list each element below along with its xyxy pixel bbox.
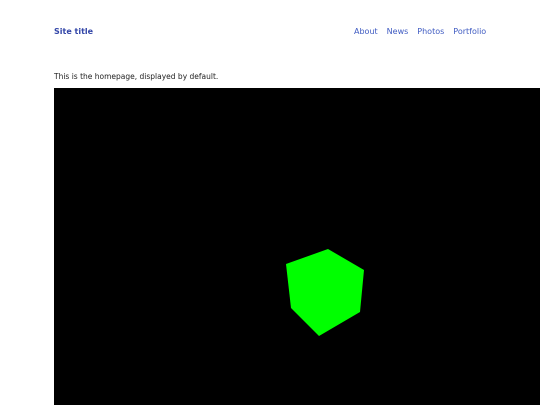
nav-link-news[interactable]: News (387, 27, 409, 37)
site-title-link[interactable]: Site title (54, 27, 93, 37)
cube-shape (286, 249, 364, 336)
3d-canvas-viewport[interactable] (54, 88, 540, 405)
nav-link-photos[interactable]: Photos (417, 27, 444, 37)
page: Site title About News Photos Portfolio T… (0, 0, 540, 405)
nav-link-about[interactable]: About (354, 27, 378, 37)
scene-svg (286, 249, 364, 336)
intro-text: This is the homepage, displayed by defau… (54, 72, 219, 81)
nav-link-portfolio[interactable]: Portfolio (453, 27, 486, 37)
main-nav: About News Photos Portfolio (354, 27, 495, 37)
